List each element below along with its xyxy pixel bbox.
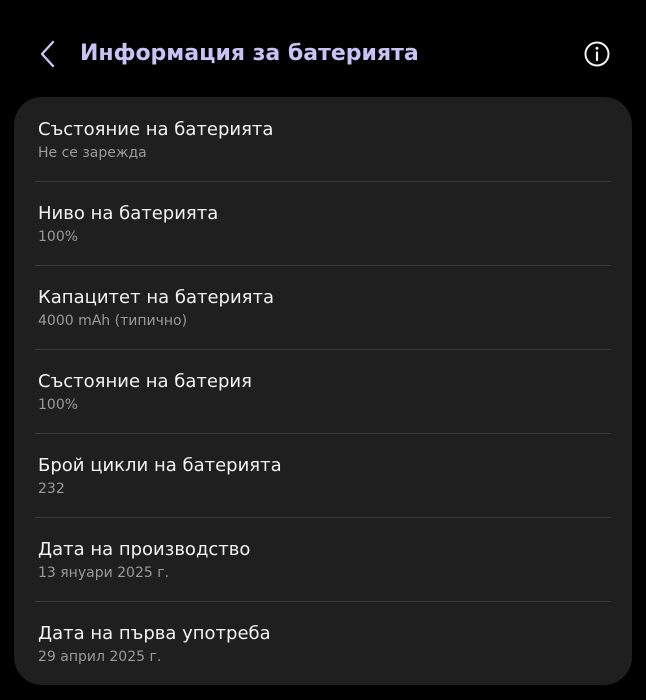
- list-item-battery-level[interactable]: Ниво на батерията 100%: [14, 181, 632, 265]
- info-circle-icon: [584, 41, 610, 67]
- list-item-title: Ниво на батерията: [38, 203, 219, 224]
- app-header: Информация за батерията: [0, 0, 646, 100]
- list-item-value: 232: [38, 481, 65, 497]
- list-item-cycle-count[interactable]: Брой цикли на батерията 232: [14, 433, 632, 517]
- list-item-value: 100%: [38, 397, 79, 413]
- list-item-title: Състояние на батерията: [38, 119, 274, 140]
- list-item-battery-state[interactable]: Състояние на батерията Не се зарежда: [14, 97, 632, 181]
- list-item-title: Дата на производство: [38, 539, 251, 560]
- list-item-battery-health[interactable]: Състояние на батерия 100%: [14, 349, 632, 433]
- list-item-value: Не се зарежда: [38, 145, 147, 161]
- list-item-title: Брой цикли на батерията: [38, 455, 282, 476]
- list-item-title: Състояние на батерия: [38, 371, 252, 392]
- chevron-left-icon: [40, 40, 55, 68]
- list-item-value: 29 април 2025 г.: [38, 649, 162, 665]
- list-item-title: Капацитет на батерията: [38, 287, 275, 308]
- list-item-value: 13 януари 2025 г.: [38, 565, 170, 581]
- back-button[interactable]: [30, 34, 66, 74]
- list-item-value: 100%: [38, 229, 79, 245]
- list-item-value: 4000 mAh (типично): [38, 313, 188, 329]
- info-button[interactable]: [580, 37, 614, 71]
- page-title: Информация за батерията: [80, 41, 419, 66]
- battery-info-list: Състояние на батерията Не се зарежда Нив…: [14, 97, 632, 685]
- list-item-battery-capacity[interactable]: Капацитет на батерията 4000 mAh (типично…: [14, 265, 632, 349]
- list-item-first-use-date[interactable]: Дата на първа употреба 29 април 2025 г.: [14, 601, 632, 685]
- list-item-manufacture-date[interactable]: Дата на производство 13 януари 2025 г.: [14, 517, 632, 601]
- list-item-title: Дата на първа употреба: [38, 623, 271, 644]
